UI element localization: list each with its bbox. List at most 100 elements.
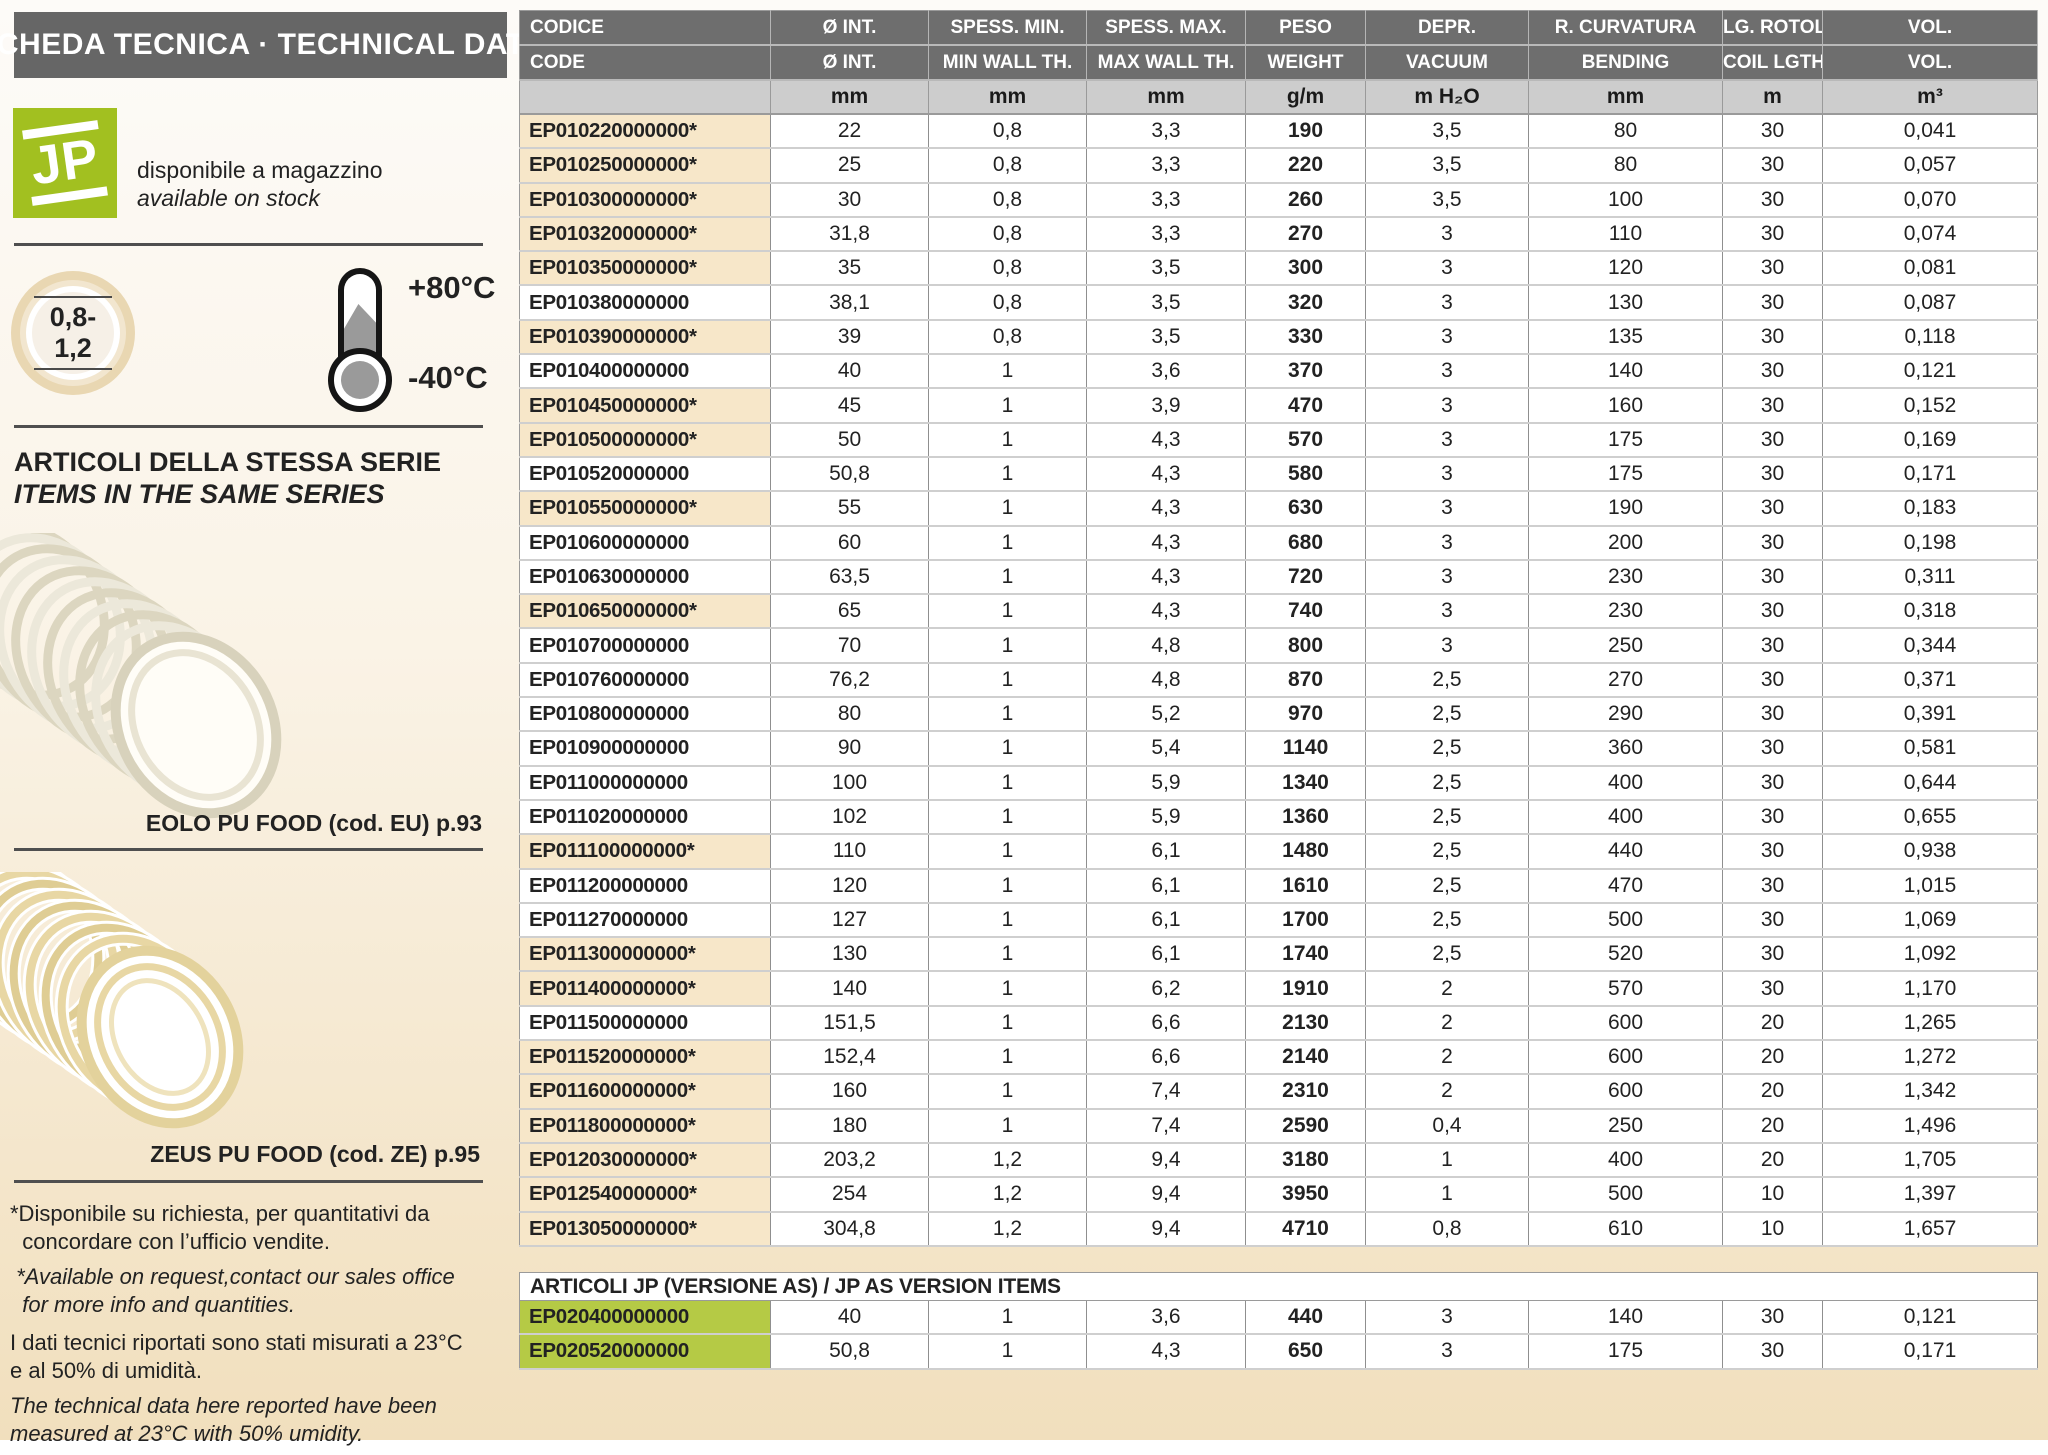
column-header: WEIGHT [1246,45,1366,80]
value-cell: 50 [771,423,929,457]
table-row: EP011100000000*11016,114802,5440300,938 [520,834,2038,868]
column-header: CODE [520,45,771,80]
value-cell: 1 [929,1006,1087,1040]
value-cell: 1,015 [1823,869,2038,903]
product-code: EP011200000000 [520,869,771,903]
value-cell: 0,391 [1823,697,2038,731]
value-cell: 2590 [1246,1109,1366,1143]
value-cell: 270 [1246,217,1366,251]
value-cell: 30 [1723,217,1823,251]
value-cell: 1 [929,560,1087,594]
value-cell: 3,6 [1087,354,1246,388]
value-cell: 1 [929,1040,1087,1074]
product-code: EP011100000000* [520,834,771,868]
value-cell: 0,057 [1823,148,2038,182]
value-cell: 3180 [1246,1143,1366,1177]
value-cell: 30 [1723,560,1823,594]
column-header: LG. ROTOLO [1723,11,1823,46]
temperature-max: +80°C [408,270,495,306]
footnotes: *Disponibile su richiesta, per quantitat… [10,1200,515,1455]
unit-cell: mm [1087,80,1246,114]
table-row: EP01052000000050,814,35803175300,171 [520,457,2038,491]
value-cell: 20 [1723,1074,1823,1108]
value-cell: 190 [1246,114,1366,148]
product-code: EP020520000000 [520,1334,771,1368]
product-code: EP011600000000* [520,1074,771,1108]
temperature-range-icon: +80°C -40°C [330,268,500,408]
value-cell: 1 [929,731,1087,765]
value-cell: 250 [1529,1109,1723,1143]
value-cell: 100 [771,766,929,800]
column-header: VOL. [1823,11,2038,46]
unit-cell [520,80,771,114]
value-cell: 4,3 [1087,526,1246,560]
value-cell: 50,8 [771,457,929,491]
product-code: EP011500000000 [520,1006,771,1040]
value-cell: 10 [1723,1212,1823,1246]
wall-thickness-icon: 0,8-1,2 [11,271,135,395]
value-cell: 400 [1529,800,1723,834]
product-code: EP011800000000* [520,1109,771,1143]
value-cell: 140 [1529,354,1723,388]
value-cell: 0,074 [1823,217,2038,251]
value-cell: 0,041 [1823,114,2038,148]
value-cell: 140 [771,971,929,1005]
value-cell: 175 [1529,423,1723,457]
product-code: EP010520000000 [520,457,771,491]
value-cell: 2130 [1246,1006,1366,1040]
value-cell: 1700 [1246,903,1366,937]
value-cell: 6,6 [1087,1040,1246,1074]
value-cell: 2,5 [1366,663,1529,697]
product-code: EP020400000000 [520,1301,771,1335]
value-cell: 2,5 [1366,903,1529,937]
jp-logo-text: JP [22,120,108,206]
value-cell: 55 [771,491,929,525]
table-row: EP011600000000*16017,423102600201,342 [520,1074,2038,1108]
table-row: EP011500000000151,516,621302600201,265 [520,1006,2038,1040]
value-cell: 63,5 [771,560,929,594]
value-cell: 0,4 [1366,1109,1529,1143]
value-cell: 1 [1366,1177,1529,1211]
value-cell: 3 [1366,388,1529,422]
value-cell: 1 [929,800,1087,834]
wall-thickness-value: 0,8-1,2 [34,296,112,370]
value-cell: 1480 [1246,834,1366,868]
value-cell: 20 [1723,1040,1823,1074]
value-cell: 6,1 [1087,937,1246,971]
value-cell: 4,3 [1087,560,1246,594]
value-cell: 120 [1529,251,1723,285]
value-cell: 1 [929,491,1087,525]
value-cell: 0,171 [1823,457,2038,491]
value-cell: 400 [1529,1143,1723,1177]
value-cell: 0,8 [929,114,1087,148]
value-cell: 3,5 [1366,148,1529,182]
value-cell: 140 [1529,1301,1723,1335]
value-cell: 1,496 [1823,1109,2038,1143]
product-code: EP011270000000 [520,903,771,937]
value-cell: 30 [1723,594,1823,628]
as-table-body: ARTICOLI JP (VERSIONE AS) / JP AS VERSIO… [520,1273,2038,1369]
value-cell: 4,3 [1087,423,1246,457]
value-cell: 440 [1246,1301,1366,1335]
value-cell: 180 [771,1109,929,1143]
value-cell: 2,5 [1366,834,1529,868]
value-cell: 0,183 [1823,491,2038,525]
value-cell: 3 [1366,1301,1529,1335]
value-cell: 1 [929,594,1087,628]
value-cell: 2 [1366,1006,1529,1040]
table-row: EP0109000000009015,411402,5360300,581 [520,731,2038,765]
value-cell: 1610 [1246,869,1366,903]
value-cell: 5,4 [1087,731,1246,765]
unit-cell: m H₂O [1366,80,1529,114]
value-cell: 600 [1529,1006,1723,1040]
value-cell: 1 [929,628,1087,662]
value-cell: 175 [1529,1334,1723,1368]
value-cell: 1910 [1246,971,1366,1005]
value-cell: 580 [1246,457,1366,491]
hose-caption-eolo: EOLO PU FOOD (cod. EU) p.93 [14,810,482,837]
value-cell: 0,169 [1823,423,2038,457]
table-row: EP01127000000012716,117002,5500301,069 [520,903,2038,937]
value-cell: 2140 [1246,1040,1366,1074]
value-cell: 102 [771,800,929,834]
value-cell: 1360 [1246,800,1366,834]
